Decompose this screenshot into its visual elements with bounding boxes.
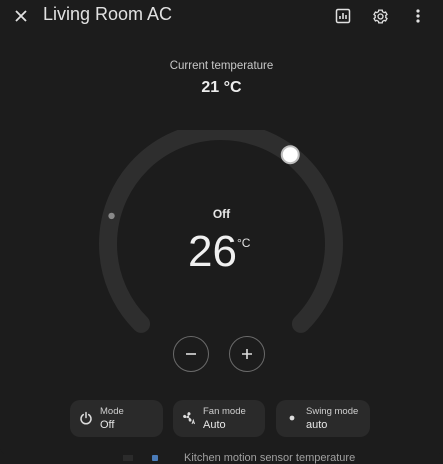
hvac-state: Off bbox=[212, 207, 231, 221]
fan-mode-feature-button[interactable]: Fan mode Auto bbox=[173, 400, 265, 437]
dialog-header: Living Room AC bbox=[0, 0, 443, 32]
close-icon bbox=[15, 10, 27, 22]
fan-mode-value: Auto bbox=[203, 419, 226, 431]
fan-mode-label: Fan mode bbox=[203, 406, 246, 417]
power-icon bbox=[80, 411, 92, 425]
target-temperature-unit: °C bbox=[237, 236, 251, 250]
climate-dialog: Living Room AC Current temperature 21 °C bbox=[0, 0, 443, 455]
mode-feature-button[interactable]: Mode Off bbox=[70, 400, 163, 437]
close-button[interactable] bbox=[7, 2, 35, 30]
mode-value: Off bbox=[100, 419, 115, 431]
gear-icon bbox=[372, 8, 388, 24]
increase-temperature-button[interactable] bbox=[229, 336, 265, 372]
dialog-title: Living Room AC bbox=[43, 4, 173, 24]
chart-box-icon bbox=[335, 8, 351, 24]
settings-button[interactable] bbox=[366, 2, 394, 30]
dot-icon bbox=[289, 415, 295, 421]
background-entity-name: Kitchen motion sensor temperature bbox=[184, 452, 356, 464]
current-temperature-label: Current temperature bbox=[169, 60, 274, 72]
swing-mode-value: auto bbox=[306, 419, 328, 431]
fan-auto-icon bbox=[183, 412, 196, 425]
more-menu-button[interactable] bbox=[404, 2, 432, 30]
background-card-edge bbox=[123, 455, 133, 461]
swing-mode-label: Swing mode bbox=[306, 406, 359, 417]
decrease-temperature-button[interactable] bbox=[173, 336, 209, 372]
target-temperature: 26 bbox=[188, 227, 237, 276]
plus-icon bbox=[242, 349, 252, 359]
swing-mode-feature-button[interactable]: Swing mode auto bbox=[276, 400, 370, 437]
dial-setpoint-handle[interactable] bbox=[280, 145, 300, 165]
mode-label: Mode bbox=[100, 406, 124, 417]
background-entity-icon bbox=[152, 455, 158, 461]
history-button[interactable] bbox=[329, 2, 357, 30]
minus-icon bbox=[186, 353, 196, 355]
current-temperature-value: 21 °C bbox=[201, 79, 242, 96]
dots-vertical-icon bbox=[416, 9, 420, 23]
